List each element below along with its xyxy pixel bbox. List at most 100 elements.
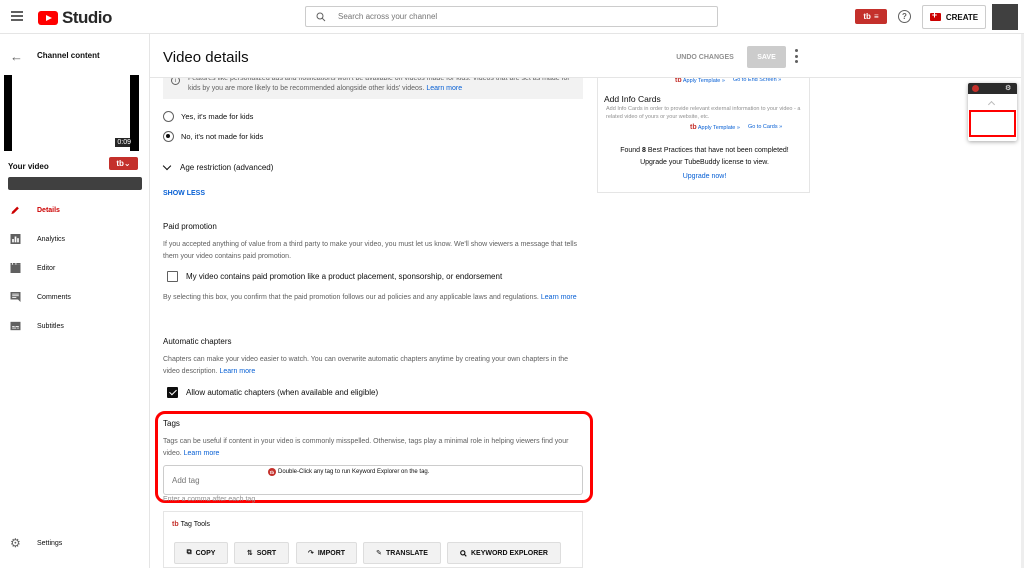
youtube-logo-icon [38,11,58,25]
sidebar-item-label: Analytics [37,235,66,243]
translate-button[interactable]: ✎ TRANSLATE [363,542,441,564]
translate-icon: ✎ [376,550,382,557]
comments-icon [10,292,21,302]
chapters-checkbox[interactable] [167,387,178,398]
chevron-down-icon: ⌄ [123,159,131,168]
top-bar: Studio tb ≡ ? CREATE [0,0,1024,34]
save-button[interactable]: SAVE [747,46,786,68]
upgrade-text: Upgrade your TubeBuddy license to view. [640,159,769,166]
paid-promotion-checkbox-row[interactable]: My video contains paid promotion like a … [167,271,502,282]
paid-promotion-footnote: By selecting this box, you confirm that … [163,292,583,304]
search-icon [316,12,326,21]
studio-logo[interactable]: Studio [38,8,112,28]
apply-template-link[interactable]: tb Apply Template » [675,77,725,84]
search-icon [460,549,467,557]
sidebar-item-settings[interactable]: ⚙ Settings [0,533,150,553]
tags-learn-more-link[interactable]: Learn more [184,450,220,457]
sidebar: ← Channel content 0:09 Your video tb ⌄ D… [0,34,150,568]
back-arrow-icon[interactable]: ← [10,49,23,64]
gear-icon: ⚙ [10,536,21,550]
sidebar-item-label: Details [37,206,60,214]
chevron-up-icon[interactable] [987,100,996,109]
header-divider [150,77,1024,78]
create-button[interactable]: CREATE [922,5,986,29]
paid-promotion-checkbox-label: My video contains paid promotion like a … [186,272,503,281]
more-options-icon[interactable] [795,49,799,63]
sidebar-item-editor[interactable]: Editor [0,258,150,278]
apply-template-link-2[interactable]: tb Apply Template » [690,124,740,131]
details-header: Video details UNDO CHANGES SAVE [150,34,1024,77]
search-input[interactable] [338,12,698,21]
info-learn-more-link[interactable]: Learn more [426,85,462,92]
undo-changes-button[interactable]: UNDO CHANGES [670,48,740,66]
tags-helper-text: Enter a comma after each tag [163,496,256,503]
info-cards-description: Add Info Cards in order to provide relev… [606,106,801,120]
sidebar-item-subtitles[interactable]: Subtitles [0,316,150,336]
footnote-text: By selecting this box, you confirm that … [163,294,539,301]
radio-made-for-kids[interactable]: Yes, it's made for kids [163,111,253,122]
tags-hint: tb Double-Click any tag to run Keyword E… [268,468,429,476]
menu-icon[interactable] [11,11,23,21]
create-video-icon [929,10,941,21]
copy-label: COPY [195,549,216,557]
avatar[interactable] [992,4,1018,30]
pencil-icon [11,206,19,215]
radio-yes[interactable] [163,111,174,122]
tags-input[interactable] [172,476,572,485]
tubebuddy-icon: tb [268,468,276,476]
paid-promotion-description: If you accepted anything of value from a… [163,241,578,260]
tubebuddy-floating-widget[interactable]: ⚙ [968,83,1017,141]
go-to-cards-link[interactable]: Go to Cards » [748,124,782,131]
import-button[interactable]: ↷ IMPORT [296,542,357,564]
sidebar-item-label: Comments [37,293,71,301]
tags-text: Tags can be useful if content in your vi… [163,438,569,457]
end-screen-links: tb Apply Template » Go to End Screen » [675,77,781,84]
paid-promotion-learn-more-link[interactable]: Learn more [541,294,577,301]
thumbnail-image [12,75,130,151]
keyword-explorer-button[interactable]: KEYWORD EXPLORER [447,542,561,564]
radio-no[interactable] [163,131,174,142]
copy-button[interactable]: ⧉ COPY [174,542,228,564]
editor-icon [10,263,21,273]
upgrade-now-link[interactable]: Upgrade now! [598,173,811,180]
radio-not-made-for-kids[interactable]: No, it's not made for kids [163,131,263,142]
tubebuddy-video-button[interactable]: tb ⌄ [109,157,138,170]
sidebar-item-label: Editor [37,264,56,272]
chapters-learn-more-link[interactable]: Learn more [219,368,255,375]
age-restriction-label: Age restriction (advanced) [180,163,274,172]
age-restriction-toggle[interactable]: Age restriction (advanced) [162,161,274,172]
sort-button[interactable]: ⇅ SORT [234,542,289,564]
tubebuddy-icon: tb [675,77,682,84]
channel-content-link[interactable]: Channel content [37,51,100,60]
go-to-end-screen-link[interactable]: Go to End Screen » [733,77,781,84]
chapters-checkbox-label: Allow automatic chapters (when available… [186,388,379,397]
tags-field[interactable]: tb Double-Click any tag to run Keyword E… [163,465,583,495]
chapters-checkbox-row[interactable]: Allow automatic chapters (when available… [167,387,378,398]
tag-tools-title: tb Tag Tools [172,521,210,528]
gear-icon[interactable]: ⚙ [1005,84,1011,92]
found-count: 8 [642,147,646,154]
sidebar-item-details[interactable]: Details [0,200,150,220]
apply-template-label: Apply Template » [697,125,740,131]
import-icon: ↷ [307,550,314,557]
your-video-label: Your video [8,162,49,171]
search-box[interactable] [305,6,718,27]
sidebar-item-label: Settings [37,539,63,547]
copy-icon: ⧉ [186,549,192,556]
help-icon[interactable]: ? [898,10,911,23]
keyword-explorer-label: KEYWORD EXPLORER [470,549,548,557]
paid-promotion-checkbox[interactable] [167,271,178,282]
video-thumbnail[interactable]: 0:09 [4,75,139,151]
menu-lines-icon: ≡ [873,12,879,21]
paid-promotion-title: Paid promotion [163,222,217,231]
apply-template-label: Apply Template » [682,78,725,84]
show-less-button[interactable]: SHOW LESS [163,190,205,197]
sidebar-item-analytics[interactable]: Analytics [0,229,150,249]
found-prefix: Found [620,147,641,154]
main-content: i Features like personalized ads and not… [150,34,1024,568]
widget-header: ⚙ [968,83,1017,94]
tubebuddy-menu-button[interactable]: tb ≡ [855,9,887,24]
best-practices-summary: Found 8 Best Practices that have not bee… [598,145,811,169]
tags-description: Tags can be useful if content in your vi… [163,436,583,460]
sidebar-item-comments[interactable]: Comments [0,287,150,307]
